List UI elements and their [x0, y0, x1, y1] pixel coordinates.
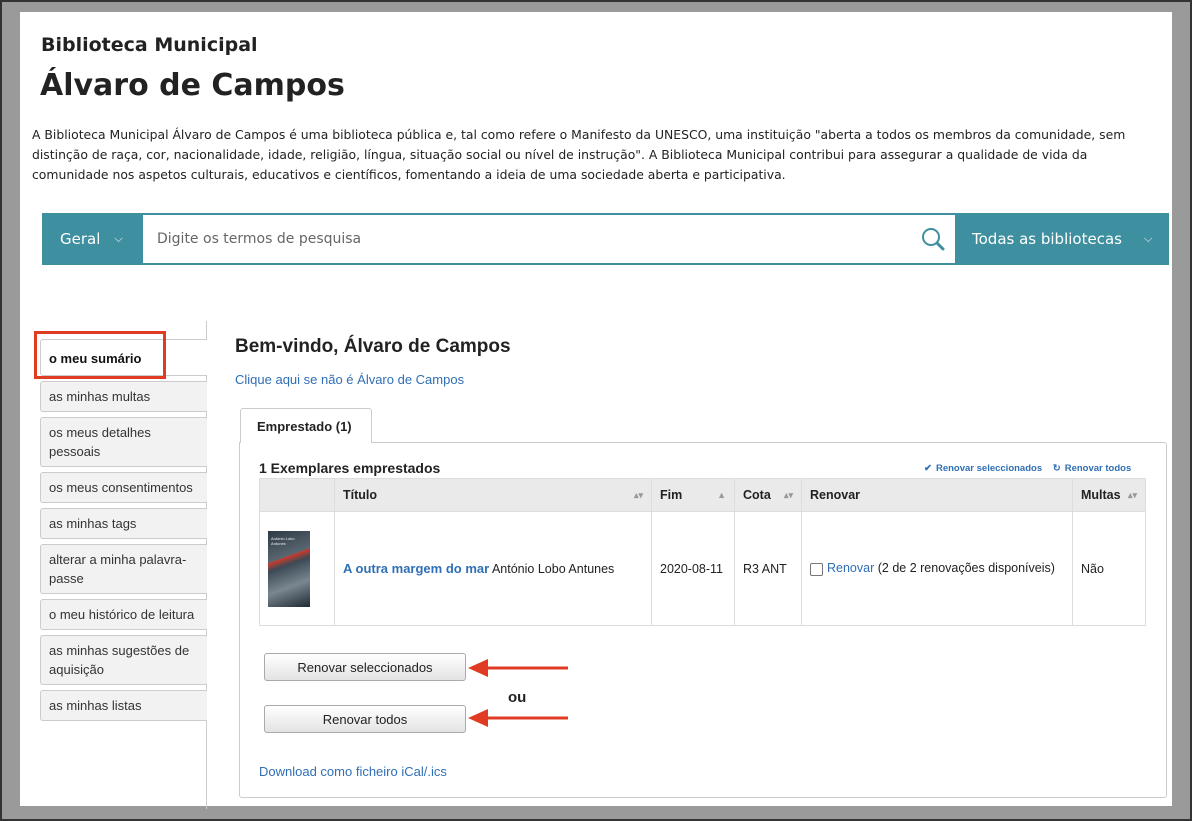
- due-header[interactable]: Fim ▲: [651, 478, 735, 512]
- page: Biblioteca Municipal Álvaro de Campos A …: [20, 12, 1172, 809]
- sort-icon: ▴▾: [633, 490, 643, 500]
- sidebar-item-fines[interactable]: as minhas multas: [40, 381, 207, 412]
- library-description: A Biblioteca Municipal Álvaro de Campos …: [32, 127, 1126, 182]
- renew-header: Renovar: [801, 478, 1073, 512]
- search-scope-select[interactable]: Geral ⌵: [42, 213, 143, 265]
- table-row: António Lobo Antunes A outra margem do m…: [259, 511, 1146, 626]
- search-icon: [922, 228, 945, 251]
- checkouts-table: Título ▴▾ Fim ▲ Cota ▴▾ Renovar Multas ▴▾ An…: [259, 478, 1146, 626]
- renew-selected-link[interactable]: Renovar seleccionados: [936, 463, 1042, 474]
- sort-asc-icon: ▲: [717, 490, 726, 500]
- sidebar-item-lists[interactable]: as minhas listas: [40, 690, 207, 721]
- title-cell: A outra margem do mar António Lobo Antun…: [334, 511, 652, 626]
- chevron-down-icon: ⌵: [114, 232, 123, 245]
- sidebar-item-reading-history[interactable]: o meu histórico de leitura: [40, 599, 207, 630]
- chevron-down-icon: ⌵: [1143, 232, 1153, 245]
- book-author: António Lobo Antunes: [491, 562, 615, 576]
- fines-cell: Não: [1072, 511, 1146, 626]
- renew-all-button[interactable]: Renovar todos: [264, 705, 466, 733]
- checkout-count: 1 Exemplares emprestados: [259, 460, 441, 476]
- book-title-link[interactable]: A outra margem do mar: [343, 561, 489, 576]
- check-icon: ✔: [924, 463, 932, 474]
- title-header-label: Título: [343, 488, 378, 502]
- renew-selected-button[interactable]: Renovar seleccionados: [264, 653, 466, 681]
- renew-cell: Renovar (2 de 2 renovações disponíveis): [801, 511, 1073, 626]
- fines-header[interactable]: Multas ▴▾: [1072, 478, 1146, 512]
- search-button[interactable]: [912, 215, 955, 263]
- callnumber-header-label: Cota: [743, 488, 771, 502]
- renew-all-link[interactable]: Renovar todos: [1065, 463, 1132, 474]
- callnumber-header[interactable]: Cota ▴▾: [734, 478, 802, 512]
- cover-header: [259, 478, 335, 512]
- library-title: Álvaro de Campos: [40, 68, 345, 103]
- cover-text: António Lobo Antunes: [271, 535, 295, 546]
- sidebar-item-consents[interactable]: os meus consentimentos: [40, 472, 207, 503]
- sidebar-item-personal-details[interactable]: os meus detalhes pessoais: [40, 417, 207, 467]
- fines-header-label: Multas: [1081, 488, 1121, 502]
- cover-cell: António Lobo Antunes: [259, 511, 335, 626]
- renew-info: (2 de 2 renovações disponíveis): [877, 561, 1055, 576]
- search-input[interactable]: Digite os termos de pesquisa: [143, 215, 955, 263]
- sort-icon: ▴▾: [1127, 490, 1137, 500]
- callnumber: R3 ANT: [734, 511, 802, 626]
- library-select[interactable]: Todas as bibliotecas ⌵: [956, 213, 1169, 265]
- sidebar-item-change-password[interactable]: alterar a minha palavra-passe: [40, 544, 207, 594]
- renew-all-icon: ↻: [1052, 463, 1061, 474]
- renew-header-label: Renovar: [810, 488, 861, 502]
- library-subtitle: Biblioteca Municipal: [41, 34, 258, 56]
- library-select-label: Todas as bibliotecas: [972, 230, 1122, 248]
- sort-icon: ▴▾: [783, 490, 793, 500]
- search-scope-label: Geral: [60, 230, 101, 248]
- arrow-annotation: [468, 659, 568, 677]
- ical-download-link[interactable]: Download como ficheiro iCal/.ics: [259, 764, 447, 779]
- not-me-link[interactable]: Clique aqui se não é Álvaro de Campos: [235, 372, 464, 387]
- tab-checkouts[interactable]: Emprestado (1): [240, 408, 372, 443]
- search-bar: Geral ⌵ Digite os termos de pesquisa Tod…: [42, 213, 1169, 265]
- renew-link[interactable]: Renovar: [827, 561, 874, 575]
- sidebar: o meu sumário as minhas multas os meus d…: [40, 339, 207, 726]
- renew-checkbox[interactable]: [810, 562, 823, 576]
- welcome-heading: Bem-vindo, Álvaro de Campos: [235, 336, 511, 357]
- book-cover-image[interactable]: António Lobo Antunes: [268, 530, 310, 607]
- arrow-annotation: [468, 709, 568, 727]
- or-label: ou: [508, 689, 527, 706]
- sidebar-item-tags[interactable]: as minhas tags: [40, 508, 207, 539]
- sidebar-item-purchase-suggestions[interactable]: as minhas sugestões de aquisição: [40, 635, 207, 685]
- due-date: 2020-08-11: [651, 511, 735, 626]
- highlight-annotation: [34, 331, 166, 379]
- due-header-label: Fim: [660, 488, 683, 502]
- renew-links: ✔ Renovar seleccionados ↻ Renovar todos: [920, 463, 1131, 474]
- title-header[interactable]: Título ▴▾: [334, 478, 652, 512]
- table-header-row: Título ▴▾ Fim ▲ Cota ▴▾ Renovar Multas ▴▾: [259, 478, 1146, 512]
